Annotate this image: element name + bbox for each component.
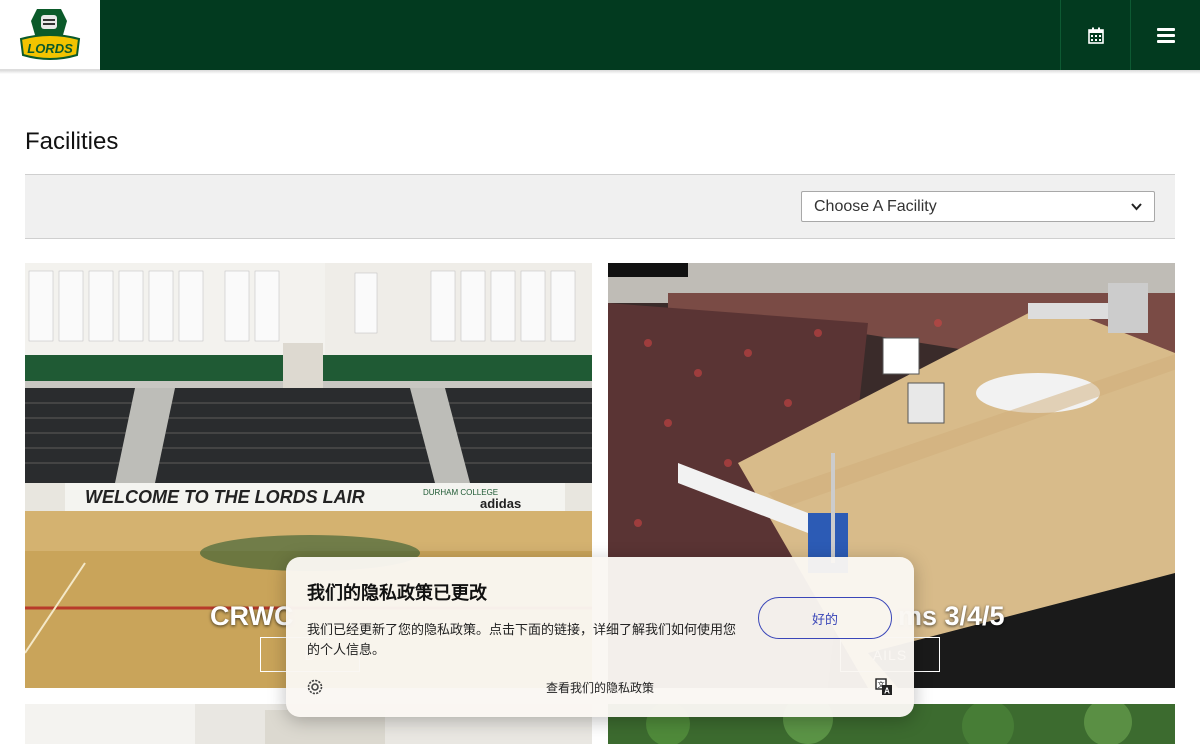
svg-text:文: 文	[878, 680, 885, 689]
card-title: CRWC	[210, 601, 294, 631]
privacy-consent-dialog: 我们的隐私政策已更改 我们已经更新了您的隐私政策。点击下面的链接，详细了解我们如…	[286, 557, 914, 717]
translate-icon[interactable]: A 文	[875, 678, 893, 696]
chevron-down-icon	[1131, 200, 1142, 214]
knight-logo-icon: LORDS	[19, 8, 81, 60]
top-nav-bar: LORDS	[0, 0, 1200, 70]
consent-ok-button[interactable]: 好的	[758, 597, 892, 639]
consent-body: 我们已经更新了您的隐私政策。点击下面的链接，详细了解我们如何使用您的个人信息。	[307, 622, 737, 657]
facility-select[interactable]: Choose A Facility	[801, 191, 1155, 222]
banner-text: WELCOME TO THE LORDS LAIR	[85, 487, 365, 507]
filter-bar: Choose A Facility	[25, 174, 1175, 239]
logo-wordmark: LORDS	[27, 41, 73, 56]
header-shadow	[0, 70, 1200, 74]
menu-button[interactable]	[1130, 0, 1200, 70]
calendar-button[interactable]	[1060, 0, 1130, 70]
privacy-policy-link[interactable]: 查看我们的隐私政策	[286, 679, 914, 696]
facility-select-value: Choose A Facility	[814, 197, 937, 215]
svg-text:A: A	[884, 687, 890, 696]
calendar-icon	[1087, 27, 1104, 44]
consent-title: 我们的隐私政策已更改	[307, 583, 487, 603]
page-title: Facilities	[25, 128, 119, 155]
banner-brand-text: adidas	[480, 496, 521, 511]
hamburger-menu-icon	[1156, 28, 1175, 43]
site-logo[interactable]: LORDS	[0, 0, 100, 70]
